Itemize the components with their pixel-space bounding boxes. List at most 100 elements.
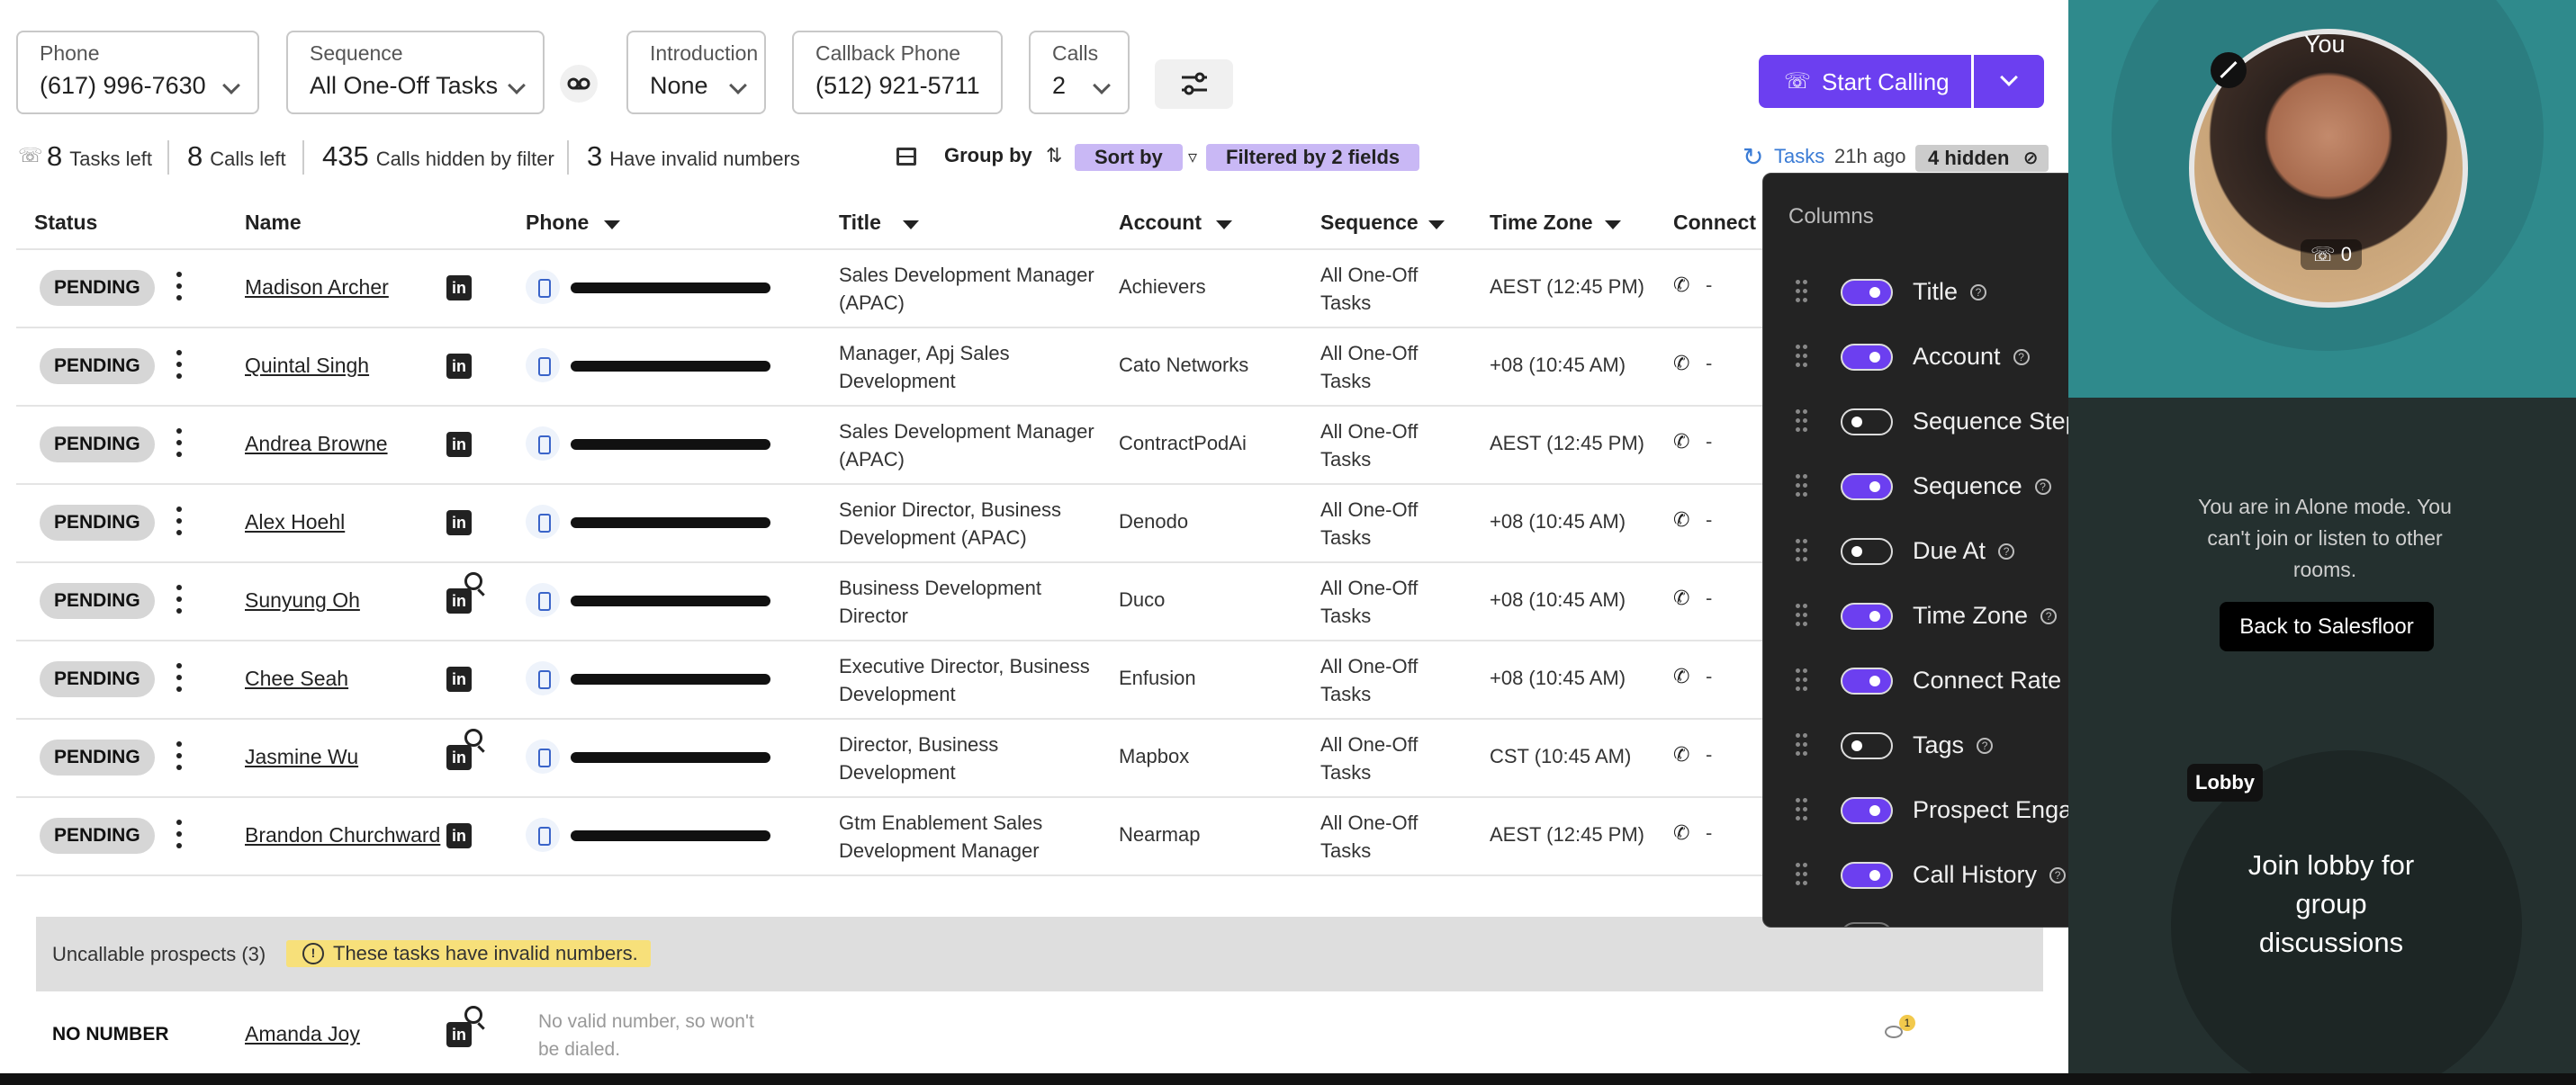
introduction-select[interactable]: Introduction None — [626, 31, 766, 114]
drag-handle-icon[interactable] — [1796, 604, 1808, 629]
table-row[interactable]: PENDING Quintal Singh in Manager, Apj Sa… — [0, 327, 2068, 405]
table-row[interactable]: PENDING Sunyung Oh in Business Developme… — [0, 561, 2068, 640]
more-icon[interactable] — [176, 820, 182, 852]
calls-select[interactable]: Calls 2 — [1029, 31, 1130, 114]
header-connect-rate[interactable]: Connect R — [1673, 211, 1777, 235]
prospect-name-link[interactable]: Amanda Joy — [245, 1022, 360, 1046]
drag-handle-icon[interactable] — [1796, 345, 1808, 370]
toggle-switch[interactable] — [1841, 668, 1893, 695]
header-title[interactable]: Title — [839, 211, 881, 235]
mobile-phone-icon[interactable] — [526, 270, 560, 304]
toggle-switch[interactable] — [1841, 279, 1893, 306]
tasks-link[interactable]: Tasks — [1774, 145, 1824, 168]
last-updated: 21h ago — [1834, 145, 1906, 167]
mobile-phone-icon[interactable] — [526, 583, 560, 617]
drag-handle-icon[interactable] — [1796, 733, 1808, 758]
mobile-phone-icon[interactable] — [526, 348, 560, 382]
start-calling-button[interactable]: ☏ Start Calling — [1759, 55, 1971, 108]
prospect-name-link[interactable]: Jasmine Wu — [245, 745, 358, 769]
toggle-switch[interactable] — [1841, 862, 1893, 889]
more-icon[interactable] — [176, 741, 182, 774]
prospect-name-link[interactable]: Madison Archer — [245, 275, 389, 300]
header-timezone[interactable]: Time Zone — [1490, 211, 1593, 235]
prospect-name-link[interactable]: Quintal Singh — [245, 354, 369, 378]
linkedin-icon[interactable]: in — [446, 588, 472, 614]
header-phone[interactable]: Phone — [526, 211, 589, 235]
linkedin-icon[interactable]: in — [446, 745, 472, 770]
voicemail-button[interactable] — [560, 65, 598, 103]
linkedin-icon[interactable]: in — [446, 667, 472, 692]
join-lobby-text[interactable]: Join lobby for group discussions — [2223, 846, 2439, 962]
prospect-name-link[interactable]: Chee Seah — [245, 667, 348, 691]
prospect-name-link[interactable]: Alex Hoehl — [245, 510, 345, 534]
toggle-switch[interactable] — [1841, 732, 1893, 759]
mobile-phone-icon[interactable] — [526, 505, 560, 539]
toggle-switch[interactable] — [1841, 603, 1893, 630]
sort-caret-icon[interactable] — [1216, 220, 1232, 229]
more-icon[interactable] — [176, 585, 182, 617]
drag-handle-icon[interactable] — [1796, 863, 1808, 888]
drag-handle-icon[interactable] — [1796, 280, 1808, 305]
drag-handle-icon[interactable] — [1796, 668, 1808, 694]
more-icon[interactable] — [176, 272, 182, 304]
toggle-switch[interactable] — [1841, 797, 1893, 824]
sequence-select[interactable]: Sequence All One-Off Tasks — [286, 31, 545, 114]
table-row[interactable]: PENDING Alex Hoehl in Senior Director, B… — [0, 483, 2068, 561]
mic-off-icon[interactable] — [2211, 52, 2247, 88]
start-calling-menu-button[interactable] — [1974, 55, 2044, 108]
settings-button[interactable] — [1155, 59, 1233, 109]
mobile-phone-icon[interactable] — [526, 426, 560, 461]
sort-caret-icon[interactable] — [903, 220, 919, 229]
toggle-switch[interactable] — [1841, 538, 1893, 565]
sort-caret-icon[interactable] — [1605, 220, 1621, 229]
header-name[interactable]: Name — [245, 211, 302, 235]
linkedin-icon[interactable]: in — [446, 275, 472, 300]
toggle-switch[interactable] — [1841, 344, 1893, 371]
drag-handle-icon[interactable] — [1796, 474, 1808, 499]
more-icon[interactable] — [176, 507, 182, 539]
toggle-switch[interactable] — [1841, 922, 1893, 927]
invalid-numbers-stat[interactable]: 3 Have invalid numbers — [587, 140, 800, 173]
more-icon[interactable] — [176, 350, 182, 382]
more-icon[interactable] — [176, 663, 182, 695]
linkedin-icon[interactable]: in — [446, 823, 472, 848]
sort-caret-icon[interactable] — [604, 220, 620, 229]
toggle-switch[interactable] — [1841, 408, 1893, 435]
table-row[interactable]: PENDING Madison Archer in Sales Developm… — [0, 248, 2068, 327]
mobile-phone-icon[interactable] — [526, 661, 560, 695]
group-by-button[interactable]: Group by — [944, 144, 1032, 167]
table-row[interactable]: PENDING Chee Seah in Executive Director,… — [0, 640, 2068, 718]
mobile-phone-icon[interactable] — [526, 818, 560, 852]
header-sequence[interactable]: Sequence — [1320, 211, 1419, 235]
table-row[interactable]: NO NUMBER Amanda Joy in No valid number,… — [0, 995, 2068, 1067]
table-row[interactable]: PENDING Jasmine Wu in Director, Business… — [0, 718, 2068, 796]
prospect-name-link[interactable]: Sunyung Oh — [245, 588, 360, 613]
linkedin-icon[interactable]: in — [446, 432, 472, 457]
filter-button[interactable]: Filtered by 2 fields — [1206, 144, 1420, 171]
linkedin-icon[interactable]: in — [446, 354, 472, 379]
redacted-phone — [571, 596, 770, 606]
callback-phone-field[interactable]: Callback Phone (512) 921-5711 — [792, 31, 1003, 114]
sort-by-button[interactable]: Sort by — [1075, 144, 1183, 171]
prospect-name-link[interactable]: Andrea Browne — [245, 432, 388, 456]
back-to-salesfloor-button[interactable]: Back to Salesfloor — [2220, 602, 2434, 651]
drag-handle-icon[interactable] — [1796, 409, 1808, 435]
table-row[interactable]: PENDING Andrea Browne in Sales Developme… — [0, 405, 2068, 483]
toggle-switch[interactable] — [1841, 473, 1893, 500]
callback-label: Callback Phone — [815, 41, 961, 65]
prospect-name-link[interactable]: Brandon Churchward — [245, 823, 440, 847]
uncallable-section[interactable]: Uncallable prospects (3) These tasks hav… — [36, 917, 2043, 991]
linkedin-icon[interactable]: in — [446, 1022, 472, 1047]
header-account[interactable]: Account — [1119, 211, 1202, 235]
sort-caret-icon[interactable] — [1428, 220, 1445, 229]
drag-handle-icon[interactable] — [1796, 539, 1808, 564]
mobile-phone-icon[interactable] — [526, 740, 560, 774]
prospect-account: Nearmap — [1119, 823, 1201, 846]
more-icon[interactable] — [176, 428, 182, 461]
table-row[interactable]: PENDING Brandon Churchward in Gtm Enable… — [0, 796, 2068, 874]
hidden-columns-badge[interactable]: 4 hidden ⊘ — [1915, 145, 2049, 172]
linkedin-icon[interactable]: in — [446, 510, 472, 535]
phone-select[interactable]: Phone (617) 996-7630 — [16, 31, 259, 114]
drag-handle-icon[interactable] — [1796, 798, 1808, 823]
refresh-icon[interactable]: ↻ — [1743, 142, 1763, 172]
